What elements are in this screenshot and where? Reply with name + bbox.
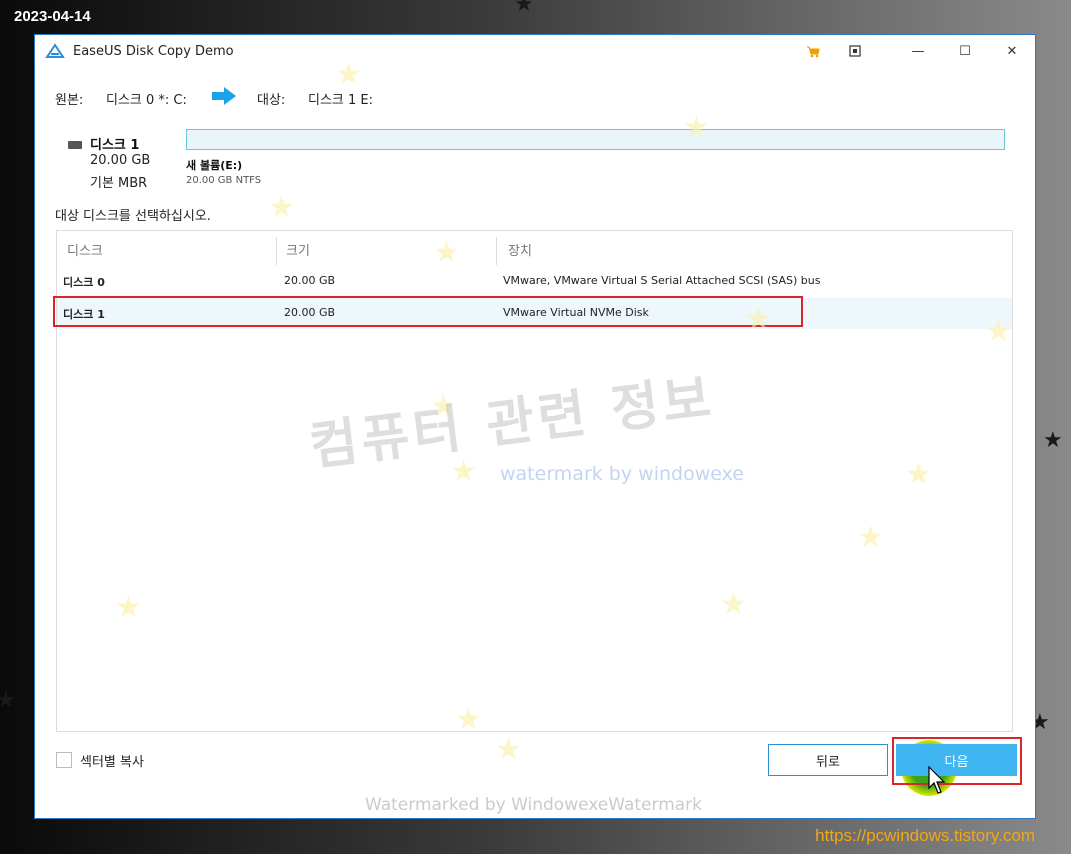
app-window: EaseUS Disk Copy Demo — ☐ ✕ 원본: 디스크 0 *:… <box>35 35 1035 818</box>
pin-icon <box>849 45 861 57</box>
watermark-bottom: Watermarked by WindowexeWatermark <box>365 795 703 815</box>
watermark-star-icon: ★ <box>720 587 747 622</box>
target-disk-type: 기본 MBR <box>90 176 148 191</box>
title-bar[interactable]: EaseUS Disk Copy Demo — ☐ ✕ <box>35 35 1035 67</box>
cart-icon <box>807 46 820 57</box>
minimize-button[interactable]: — <box>895 35 941 67</box>
watermark-star-icon: ★ <box>683 110 710 145</box>
cart-button[interactable] <box>790 35 836 67</box>
watermark-star-icon: ★ <box>115 590 142 625</box>
table-row[interactable]: 디스크 0 20.00 GB VMware, VMware Virtual S … <box>57 266 1012 297</box>
source-value: 디스크 0 *: C: <box>106 93 187 108</box>
watermark-star-icon: ★ <box>985 314 1012 349</box>
target-disk-name: 디스크 1 <box>90 138 140 153</box>
row-size: 20.00 GB <box>284 274 336 287</box>
watermark-star-icon: ★ <box>857 520 884 555</box>
partition-name: 새 볼륨(E:) <box>186 159 243 172</box>
column-divider[interactable] <box>276 237 277 265</box>
partition-size: 20.00 GB NTFS <box>186 175 262 186</box>
watermark-star-icon: ★ <box>335 57 362 92</box>
partition-bar[interactable] <box>186 129 1005 150</box>
background-star-icon: ★ <box>514 0 534 17</box>
column-header-disk[interactable]: 디스크 <box>67 240 103 259</box>
select-target-prompt: 대상 디스크를 선택하십시오. <box>55 209 211 224</box>
target-label: 대상: <box>257 93 286 108</box>
mouse-cursor-icon <box>928 766 946 794</box>
watermark-star-icon: ★ <box>745 302 772 337</box>
row-disk: 디스크 0 <box>63 276 105 289</box>
back-button[interactable]: 뒤로 <box>768 744 888 776</box>
background-star-icon: ★ <box>1043 428 1063 453</box>
watermark-star-icon: ★ <box>268 190 295 225</box>
arrow-right-icon <box>212 87 236 105</box>
watermark-star-icon: ★ <box>905 457 932 492</box>
sector-copy-label[interactable]: 섹터별 복사 <box>80 751 144 770</box>
target-disk-size: 20.00 GB <box>90 153 151 168</box>
watermark-star-icon: ★ <box>455 702 482 737</box>
source-label: 원본: <box>55 93 84 108</box>
easeus-logo-icon <box>45 43 65 58</box>
watermark-star-icon: ★ <box>495 732 522 767</box>
maximize-button[interactable]: ☐ <box>942 35 988 67</box>
column-header-size[interactable]: 크기 <box>286 240 310 259</box>
site-url-label: https://pcwindows.tistory.com <box>815 826 1035 845</box>
date-label: 2023-04-14 <box>14 8 91 25</box>
pin-button[interactable] <box>832 35 878 67</box>
close-button[interactable]: ✕ <box>989 35 1035 67</box>
column-header-device[interactable]: 장치 <box>508 240 532 259</box>
background-star-icon: ★ <box>0 688 16 713</box>
selection-highlight-box <box>53 296 803 327</box>
column-divider[interactable] <box>496 237 497 265</box>
next-button-label: 다음 <box>944 754 969 770</box>
row-device: VMware, VMware Virtual S Serial Attached… <box>503 274 821 287</box>
window-title: EaseUS Disk Copy Demo <box>73 44 234 59</box>
watermark-english: watermark by windowexe <box>500 463 744 485</box>
watermark-star-icon: ★ <box>433 235 460 270</box>
disk-icon <box>68 141 82 149</box>
sector-copy-checkbox[interactable] <box>56 752 72 768</box>
